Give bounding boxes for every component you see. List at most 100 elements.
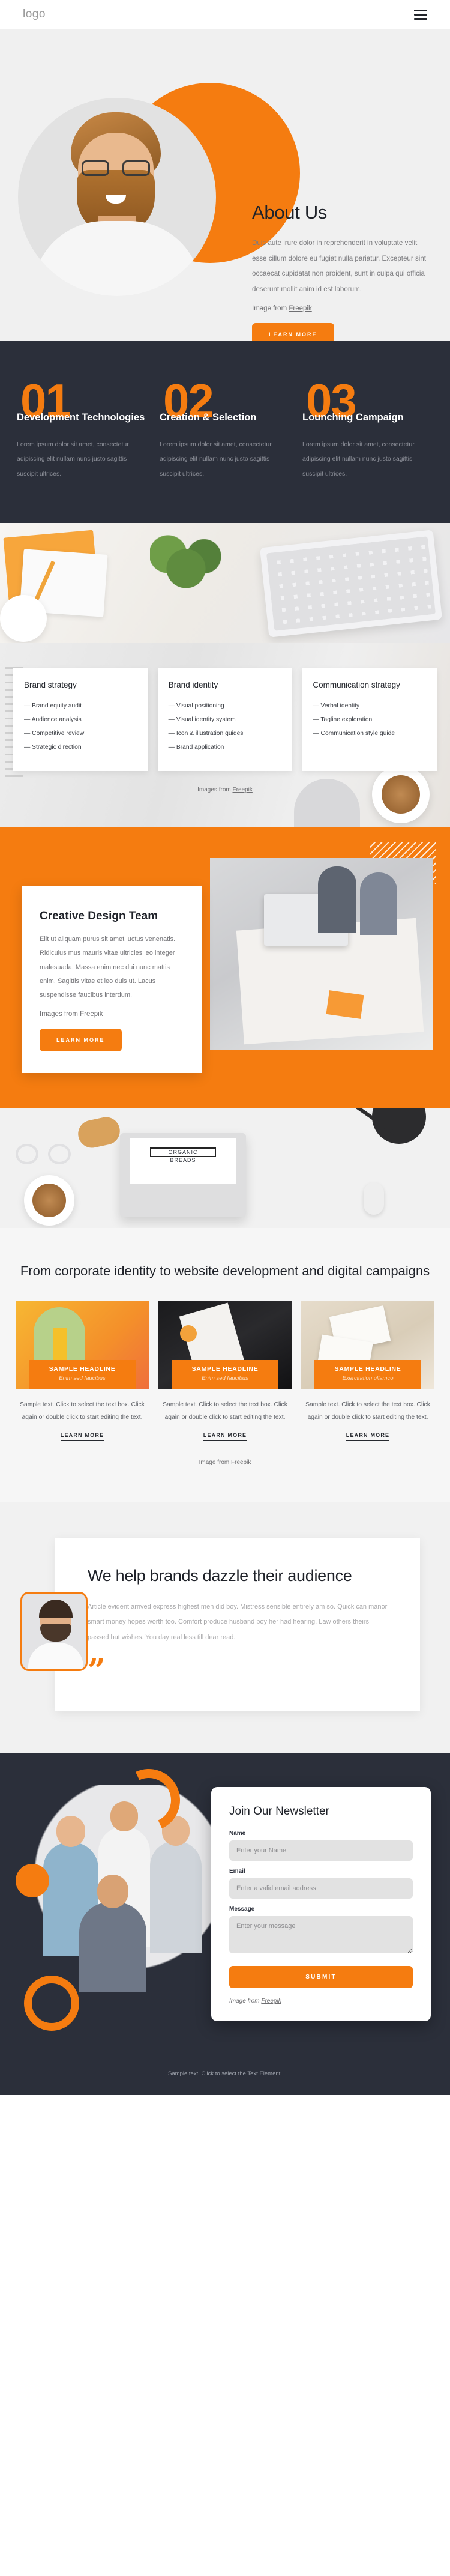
strategy-card-title: Brand strategy <box>24 680 77 689</box>
team-body: Elit ut aliquam purus sit amet luctus ve… <box>40 936 176 999</box>
strategy-card-list: Brand strategy — Brand equity audit — Au… <box>13 668 437 772</box>
step-body: Lorem ipsum dolor sit amet, consectetur … <box>302 441 415 477</box>
step-title: Development Technologies <box>17 412 145 423</box>
portfolio-learn-more-link[interactable]: LEARN MORE <box>203 1432 247 1441</box>
portfolio-headline: SAMPLE HEADLINE <box>191 1365 259 1373</box>
about-block: About Us Duis aute irure dolor in repreh… <box>252 202 432 341</box>
strategy-card-items: — Visual positioning — Visual identity s… <box>169 699 282 755</box>
strategy-card-title: Brand identity <box>168 680 218 689</box>
portfolio-description: Sample text. Click to select the text bo… <box>305 1401 430 1421</box>
name-field-group: Name <box>229 1830 413 1861</box>
headphones-icon <box>294 779 360 827</box>
team-learn-more-button[interactable]: LEARN MORE <box>40 1028 122 1051</box>
portfolio-card: SAMPLE HEADLINE Enim sed faucibus Sample… <box>158 1301 292 1441</box>
group-person-4 <box>79 1874 146 1992</box>
hero-portrait-image <box>18 98 216 296</box>
portfolio-learn-more-link[interactable]: LEARN MORE <box>60 1432 104 1441</box>
portfolio-headline: SAMPLE HEADLINE <box>334 1365 401 1373</box>
credit-prefix: Images from <box>40 1010 80 1018</box>
brands-title: We help brands dazzle their audience <box>88 1566 352 1585</box>
team-image-credit: Images from Freepik <box>40 1011 184 1018</box>
list-item: — Strategic direction <box>24 744 82 751</box>
credit-prefix: Images from <box>197 787 233 794</box>
freepik-link[interactable]: Freepik <box>80 1011 103 1018</box>
team-text-card: Creative Design Team Elit ut aliquam pur… <box>22 886 202 1073</box>
desk-photo-strip <box>0 522 450 643</box>
step-body: Lorem ipsum dolor sit amet, consectetur … <box>17 441 129 477</box>
portfolio-thumbnail: SAMPLE HEADLINE Enim sed faucibus <box>16 1301 149 1389</box>
strategy-image-credit: Images from Freepik <box>13 787 437 793</box>
newsletter-section: Join Our Newsletter Name Email Message S… <box>0 1753 450 2060</box>
avatar-shirt <box>28 1642 83 1669</box>
organic-breads-label: ORGANIC BREADS <box>150 1147 216 1163</box>
name-input[interactable] <box>229 1840 413 1861</box>
list-item: — Tagline exploration <box>313 716 373 723</box>
message-field-group: Message <box>229 1906 413 1956</box>
desk-lamp-icon <box>372 1107 426 1144</box>
steps-section: 01 Development Technologies Lorem ipsum … <box>0 341 450 523</box>
eyeglasses-icon <box>16 1143 71 1164</box>
message-label: Message <box>229 1905 255 1912</box>
workspace-photo-strip: ORGANIC BREADS <box>0 1107 450 1228</box>
freepik-link[interactable]: Freepik <box>289 305 311 312</box>
portfolio-ribbon: SAMPLE HEADLINE Enim sed faucibus <box>29 1359 136 1389</box>
hamburger-bar-1 <box>414 9 427 11</box>
hamburger-icon[interactable] <box>414 9 427 20</box>
footer-text: Sample text. Click to select the Text El… <box>168 2070 282 2077</box>
keyboard-icon <box>259 529 443 638</box>
credit-prefix: Image from <box>252 305 289 312</box>
hamburger-bar-3 <box>414 17 427 20</box>
logo[interactable]: logo <box>23 8 46 21</box>
strategy-card: Brand strategy — Brand equity audit — Au… <box>13 668 148 772</box>
list-item: — Visual positioning <box>168 702 224 709</box>
portfolio-learn-more-link[interactable]: LEARN MORE <box>346 1432 390 1441</box>
step-item-1: 01 Development Technologies Lorem ipsum … <box>17 377 148 481</box>
avatar <box>20 1591 88 1671</box>
portfolio-card: SAMPLE HEADLINE Enim sed faucibus Sample… <box>16 1301 149 1441</box>
mouse-icon <box>364 1182 384 1215</box>
email-label: Email <box>229 1867 245 1875</box>
strategy-card-items: — Brand equity audit — Audience analysis… <box>24 699 137 755</box>
portfolio-subhead: Enim sed faucibus <box>59 1374 106 1382</box>
bread-icon <box>75 1114 123 1150</box>
orange-dot-decoration <box>16 1863 49 1897</box>
portfolio-thumbnail: SAMPLE HEADLINE Enim sed faucibus <box>158 1301 292 1389</box>
portfolio-description: Sample text. Click to select the text bo… <box>163 1401 287 1421</box>
list-item: — Brand equity audit <box>24 702 82 709</box>
strategy-card: Brand identity — Visual positioning — Vi… <box>157 668 293 772</box>
freepik-link[interactable]: Freepik <box>233 787 253 793</box>
strategy-card-items: — Verbal identity — Tagline exploration … <box>313 699 426 740</box>
portrait-face <box>18 98 216 296</box>
email-input[interactable] <box>229 1878 413 1899</box>
person-face <box>56 1815 85 1847</box>
list-item: — Brand application <box>168 744 224 751</box>
orange-note <box>326 990 364 1020</box>
about-title: About Us <box>252 202 328 223</box>
team-title: Creative Design Team <box>40 910 158 923</box>
hero-section: About Us Duis aute irure dolor in repreh… <box>0 29 450 341</box>
creative-team-section: Creative Design Team Elit ut aliquam pur… <box>0 827 450 1108</box>
submit-button[interactable]: SUBMIT <box>229 1965 413 1988</box>
freepik-link[interactable]: Freepik <box>231 1459 251 1466</box>
about-learn-more-button[interactable]: LEARN MORE <box>252 323 334 341</box>
plant-icon <box>150 528 222 601</box>
portfolio-image-credit: Image from Freepik <box>16 1459 434 1466</box>
freepik-link[interactable]: Freepik <box>261 1998 281 2004</box>
portfolio-ribbon: SAMPLE HEADLINE Enim sed faucibus <box>172 1359 278 1389</box>
credit-prefix: Image from <box>229 1997 262 2004</box>
message-textarea[interactable] <box>229 1915 413 1953</box>
newsletter-title: Join Our Newsletter <box>229 1804 329 1818</box>
coffee-cup-icon <box>0 594 47 642</box>
site-footer: Sample text. Click to select the Text El… <box>0 2059 450 2095</box>
avatar-beard <box>40 1623 71 1642</box>
portfolio-heading: From corporate identity to website devel… <box>20 1263 430 1278</box>
portfolio-headline: SAMPLE HEADLINE <box>49 1365 116 1373</box>
list-item: — Icon & illustration guides <box>168 730 244 737</box>
strategy-section: Brand strategy — Brand equity audit — Au… <box>0 642 450 827</box>
brands-section: We help brands dazzle their audience Art… <box>0 1501 450 1753</box>
list-item: — Verbal identity <box>313 702 360 709</box>
portfolio-subhead: Enim sed faucibus <box>202 1374 248 1382</box>
list-item: — Competitive review <box>24 730 85 737</box>
portrait-shirt <box>32 221 202 296</box>
site-header: logo <box>0 0 450 29</box>
